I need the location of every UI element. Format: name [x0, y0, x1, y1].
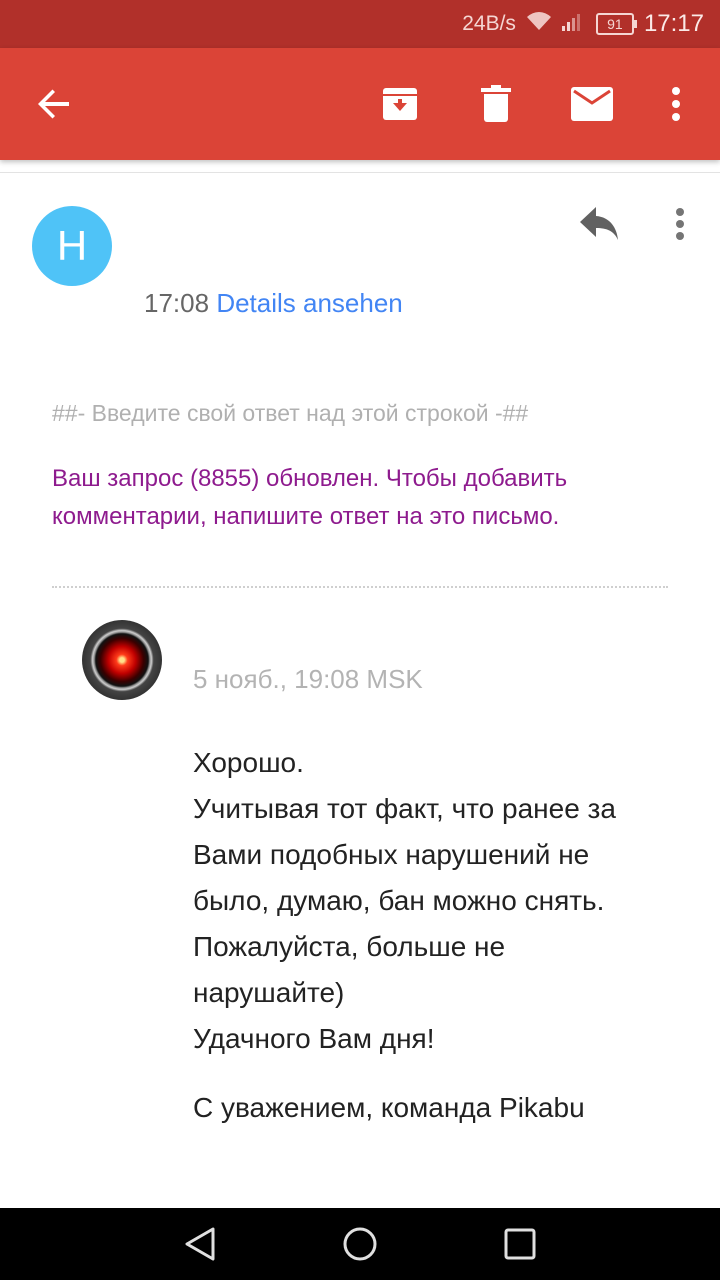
trash-icon: [481, 85, 511, 122]
more-options-button[interactable]: [644, 72, 708, 136]
details-link[interactable]: Details ansehen: [216, 288, 402, 318]
system-nav-bar: [0, 1208, 720, 1280]
reply-icon: [580, 207, 618, 240]
notice-line: комментарии, напишите ответ на это письм…: [52, 503, 560, 530]
clock: 17:17: [643, 10, 704, 37]
nav-home-icon: [343, 1227, 377, 1261]
reply-button[interactable]: [572, 198, 628, 250]
nav-back-icon: [185, 1227, 215, 1261]
wifi-icon: [526, 11, 552, 37]
divider: [0, 172, 720, 173]
quoted-message-date: 5 нояб., 19:08 MSK: [193, 664, 423, 694]
archive-icon: [383, 88, 417, 120]
message-time: 17:08: [144, 288, 210, 318]
message-signature: С уважением, команда Pikabu: [193, 1092, 585, 1123]
more-vert-icon: [676, 208, 684, 240]
network-speed: 24B/s: [462, 12, 516, 35]
quote-separator: [52, 586, 668, 588]
agent-avatar: [82, 620, 162, 700]
ticket-notice: Ваш запрос (8855) обновлен. Чтобы добави…: [52, 460, 652, 536]
notice-line: Ваш запрос (8855) обновлен. Чтобы добави…: [52, 465, 568, 492]
archive-button[interactable]: [368, 72, 432, 136]
sender-avatar[interactable]: H: [32, 206, 112, 286]
nav-recents-button[interactable]: [490, 1220, 550, 1268]
signal-icon: [561, 11, 586, 37]
quoted-message-body: Хорошо. Учитывая тот факт, что ранее за …: [193, 740, 693, 1062]
mail-icon: [571, 87, 613, 121]
arrow-left-icon: [38, 89, 69, 119]
message-line: Учитывая тот факт, что ранее за: [193, 793, 616, 824]
message-more-button[interactable]: [656, 198, 704, 250]
nav-home-button[interactable]: [330, 1220, 390, 1268]
delete-button[interactable]: [464, 72, 528, 136]
message-line: нарушайте): [193, 977, 345, 1008]
message-line: было, думаю, бан можно снять.: [193, 885, 605, 916]
status-bar: 24B/s 91 17:17: [0, 0, 720, 48]
app-toolbar: [0, 48, 720, 160]
battery-icon: 91: [595, 13, 637, 35]
message-line: Вами подобных нарушений не: [193, 839, 590, 870]
message-line: Удачного Вам дня!: [193, 1023, 435, 1054]
reply-hint: ##- Введите свой ответ над этой строкой …: [52, 400, 529, 426]
mark-unread-button[interactable]: [560, 72, 624, 136]
battery-level: 91: [607, 16, 623, 32]
message-line: Хорошо.: [193, 747, 304, 778]
back-button[interactable]: [22, 72, 86, 136]
nav-recents-icon: [504, 1228, 536, 1260]
more-vert-icon: [672, 87, 680, 121]
message-meta: 17:08 Details ansehen: [144, 288, 403, 319]
nav-back-button[interactable]: [170, 1220, 230, 1268]
message-line: Пожалуйста, больше не: [193, 931, 506, 962]
